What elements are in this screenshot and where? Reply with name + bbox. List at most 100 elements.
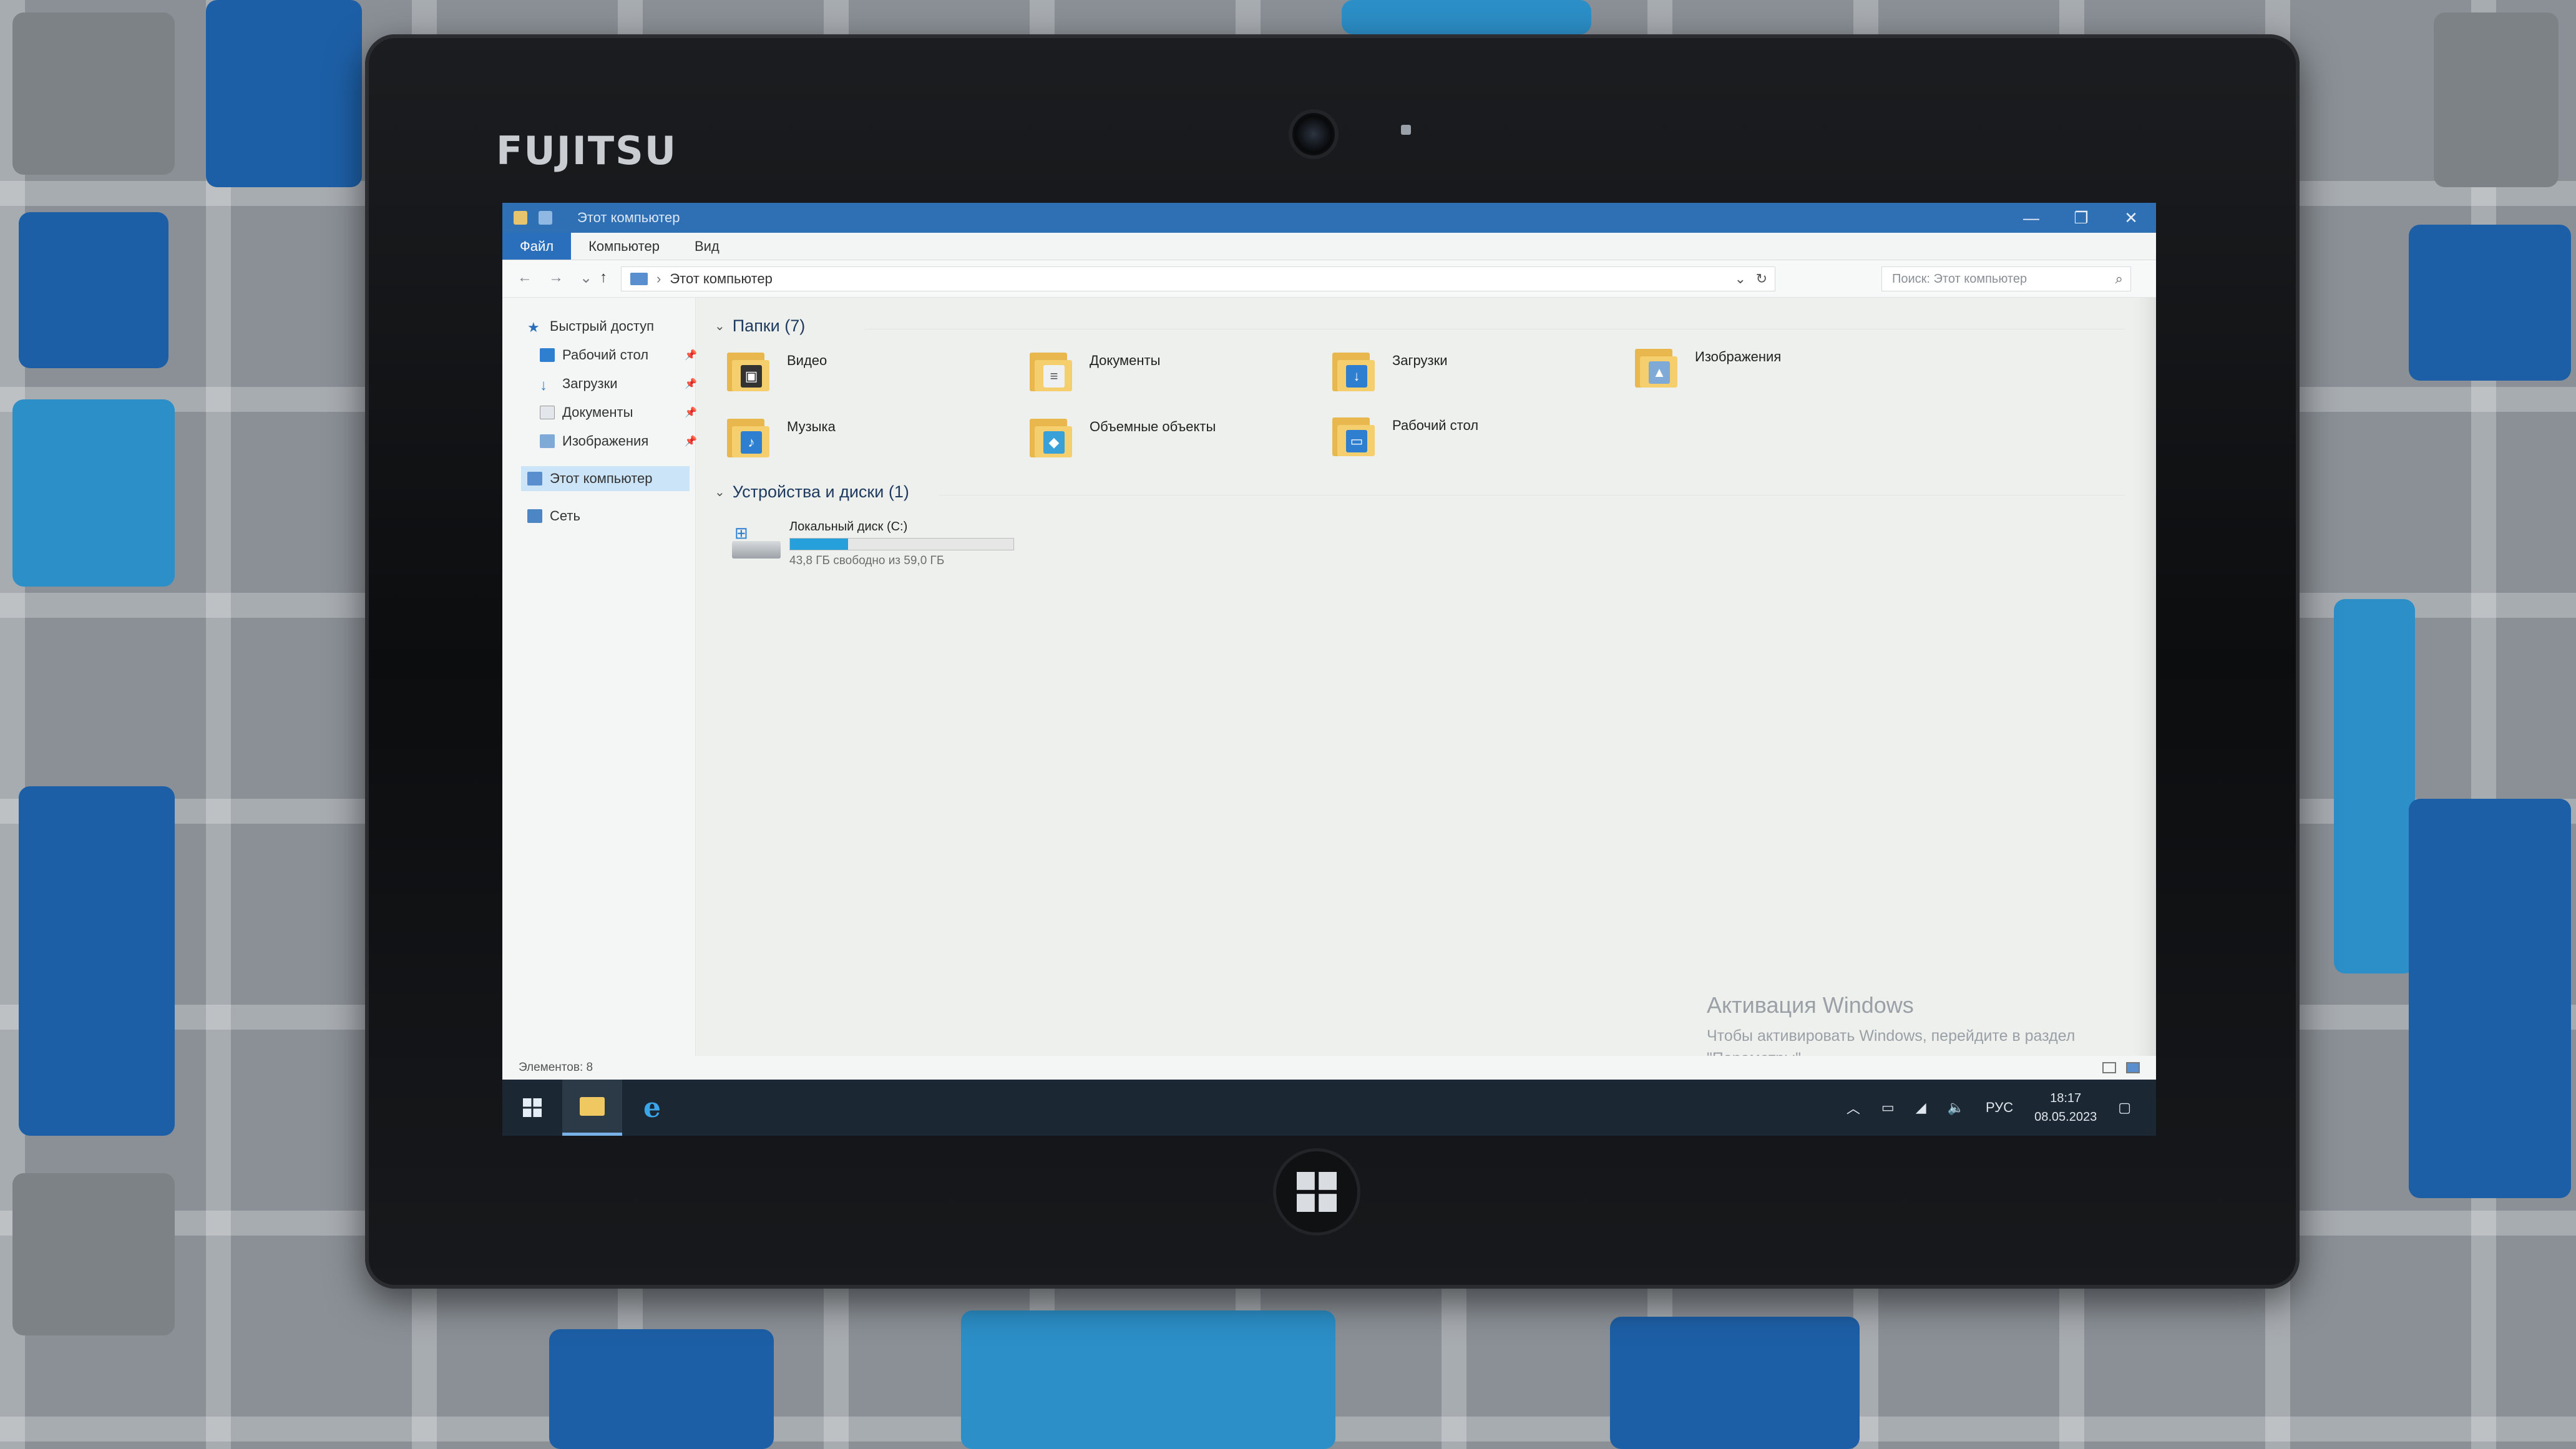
pin-icon[interactable]: 📌 (685, 406, 697, 419)
download-arrow-icon: ↓ (540, 377, 547, 394)
internet-explorer-taskbar-button[interactable]: e (622, 1080, 682, 1136)
sidebar-item-label: Рабочий стол (562, 347, 649, 363)
folder-3d-objects[interactable]: ◆ Объемные объекты (1030, 414, 1323, 470)
folder-music[interactable]: ♪ Музыка (727, 414, 1020, 470)
details-view-icon[interactable] (2102, 1062, 2116, 1073)
start-button[interactable] (502, 1080, 562, 1136)
tab-file[interactable]: Файл (502, 233, 572, 260)
tab-view[interactable]: Вид (677, 233, 737, 260)
forward-arrow-icon[interactable]: → (549, 269, 564, 286)
search-input[interactable]: Поиск: Этот компьютер ⌕ (1881, 266, 2131, 291)
notifications-icon[interactable]: ▢ (2118, 1100, 2131, 1116)
battery-icon[interactable]: ▭ (1881, 1100, 1895, 1116)
address-dropdown-icon[interactable]: ⌄ (1735, 271, 1746, 287)
background-tile (2334, 599, 2415, 973)
chevron-down-icon[interactable]: ⌄ (715, 318, 725, 334)
downloads-folder-icon: ↓ (1332, 348, 1376, 393)
pin-icon[interactable]: 📌 (685, 349, 697, 361)
background-tile (19, 212, 168, 368)
sidebar-item-label: Этот компьютер (550, 471, 653, 486)
volume-icon[interactable]: 🔈 (1948, 1100, 1964, 1116)
folder-documents[interactable]: ≡ Документы (1030, 348, 1323, 404)
windows-home-button[interactable] (1276, 1151, 1357, 1232)
show-hidden-icons-icon[interactable]: ︿ (1847, 1098, 1860, 1118)
language-indicator[interactable]: РУС (1986, 1100, 2013, 1116)
devices-group-header[interactable]: ⌄ Устройства и диски (1) (715, 482, 909, 502)
sidebar-item-pictures[interactable]: Изображения 📌 (540, 429, 702, 454)
3d-objects-folder-icon: ◆ (1030, 414, 1073, 459)
pin-icon[interactable]: 📌 (685, 435, 697, 447)
pictures-folder-icon: ▲ (1635, 344, 1679, 389)
folder-label: Рабочий стол (1392, 417, 1479, 433)
internet-explorer-icon: e (643, 1091, 661, 1124)
minimize-button[interactable]: — (2006, 203, 2056, 233)
sidebar-item-this-pc[interactable]: Этот компьютер (521, 466, 690, 491)
taskbar: e ︿ ▭ ◢ 🔈 РУС 18:17 08.05.2023 ▢ (502, 1080, 2156, 1136)
drive-usage-bar (789, 538, 1014, 550)
quick-access-folder-icon[interactable] (514, 211, 527, 225)
search-icon: ⌕ (2115, 271, 2123, 286)
navigation-pane: ★ Быстрый доступ Рабочий стол 📌 ↓ Загруз… (502, 298, 697, 1056)
address-bar[interactable]: › Этот компьютер ⌄ ↻ (621, 266, 1775, 291)
refresh-icon[interactable]: ↻ (1756, 271, 1767, 287)
folder-videos[interactable]: ▣ Видео (727, 348, 1020, 404)
content-pane: ⌄ Папки (7) ▣ Видео ≡ Документы ↓ Загруз… (702, 298, 2156, 1056)
hard-drive-icon: ⊞ (727, 520, 783, 564)
window-title: Этот компьютер (577, 210, 680, 225)
folder-label: Объемные объекты (1090, 419, 1216, 434)
folder-downloads[interactable]: ↓ Загрузки (1332, 348, 1626, 404)
folder-pictures[interactable]: ▲ Изображения (1635, 344, 1928, 400)
address-toolbar: ← → ⌄ ↑ › Этот компьютер ⌄ ↻ Поиск: Этот… (502, 260, 2156, 298)
window-titlebar: Этот компьютер — ❐ ✕ (502, 203, 2156, 233)
sidebar-item-label: Документы (562, 404, 633, 420)
sidebar-item-network[interactable]: Сеть (527, 504, 690, 529)
clock-time: 18:17 (2050, 1091, 2082, 1105)
computer-icon (527, 472, 542, 485)
large-icons-view-icon[interactable] (2126, 1062, 2140, 1073)
background-tile (12, 399, 175, 587)
sidebar-item-label: Быстрый доступ (550, 318, 655, 334)
breadcrumb-chevron-icon[interactable]: › (656, 271, 661, 287)
desktop-icon (540, 348, 555, 362)
items-count: Элементов: 8 (519, 1061, 593, 1074)
breadcrumb[interactable]: Этот компьютер (670, 271, 773, 287)
screen: Этот компьютер — ❐ ✕ Файл Компьютер Вид … (502, 203, 2156, 1136)
group-title: Устройства и диски (1) (732, 482, 909, 501)
sidebar-item-desktop[interactable]: Рабочий стол 📌 (540, 343, 702, 368)
background-tile (549, 1329, 774, 1449)
background-tile (12, 12, 175, 175)
up-arrow-icon[interactable]: ↑ (600, 269, 607, 286)
windows-logo-icon: ⊞ (734, 524, 748, 542)
maximize-button[interactable]: ❐ (2056, 203, 2106, 233)
sidebar-item-documents[interactable]: Документы 📌 (540, 400, 702, 425)
file-explorer-taskbar-button[interactable] (562, 1080, 622, 1136)
pin-icon[interactable]: 📌 (685, 378, 697, 390)
close-button[interactable]: ✕ (2106, 203, 2156, 233)
wifi-icon[interactable]: ◢ (1916, 1100, 1926, 1116)
drive-usage-fill (790, 539, 849, 550)
status-bar: Элементов: 8 (502, 1056, 2156, 1080)
drive-free-space: 43,8 ГБ свободно из 59,0 ГБ (789, 554, 945, 567)
computer-icon (630, 273, 648, 285)
file-explorer-icon (580, 1096, 605, 1116)
back-arrow-icon[interactable]: ← (517, 269, 532, 286)
background-tile (961, 1310, 1335, 1449)
drive-c[interactable]: ⊞ Локальный диск (C:) 43,8 ГБ свободно и… (727, 520, 1014, 568)
brand-logo: FUJITSU (496, 128, 678, 173)
clock-date: 08.05.2023 (2034, 1110, 2097, 1124)
sidebar-item-quick-access[interactable]: ★ Быстрый доступ (527, 314, 690, 339)
ribbon-tabs: Файл Компьютер Вид (502, 233, 2156, 260)
windows-logo-icon (1297, 1172, 1337, 1212)
chevron-down-icon[interactable]: ⌄ (715, 484, 725, 500)
sidebar-item-label: Сеть (550, 508, 580, 524)
clock[interactable]: 18:17 08.05.2023 (2034, 1089, 2097, 1126)
sidebar-item-downloads[interactable]: ↓ Загрузки 📌 (540, 371, 702, 396)
background-tile (1342, 0, 1591, 34)
recent-locations-icon[interactable]: ⌄ (580, 269, 592, 287)
folder-desktop[interactable]: ▭ Рабочий стол (1332, 412, 1626, 469)
folders-group-header[interactable]: ⌄ Папки (7) (715, 316, 805, 336)
light-sensor (1401, 125, 1411, 135)
properties-icon[interactable] (539, 211, 552, 225)
watermark-title: Активация Windows (1707, 992, 1914, 1018)
tab-computer[interactable]: Компьютер (571, 233, 677, 260)
